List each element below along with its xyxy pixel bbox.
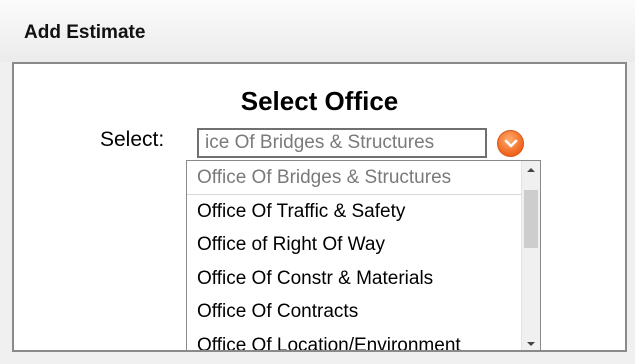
scroll-up-button[interactable] — [522, 161, 540, 179]
chevron-down-icon — [504, 139, 518, 148]
dropdown-toggle-button[interactable] — [497, 130, 524, 157]
option-right-of-way[interactable]: Office of Right Of Way — [187, 228, 537, 262]
option-traffic-safety[interactable]: Office Of Traffic & Safety — [187, 195, 537, 229]
add-estimate-dialog: Add Estimate Select Office Select: ice O… — [0, 0, 635, 364]
dialog-title: Add Estimate — [24, 22, 146, 43]
office-select-input[interactable]: ice Of Bridges & Structures — [197, 128, 487, 158]
select-office-panel: Select Office Select: ice Of Bridges & S… — [12, 62, 627, 352]
office-dropdown-list[interactable]: Office Of Bridges & Structures Office Of… — [186, 160, 541, 350]
dialog-header: Add Estimate — [0, 0, 635, 62]
scroll-thumb[interactable] — [524, 190, 538, 248]
option-constr-materials[interactable]: Office Of Constr & Materials — [187, 262, 537, 296]
option-location-environment[interactable]: Office Of Location/Environment — [187, 329, 537, 350]
scroll-down-button[interactable] — [522, 335, 540, 350]
panel-title: Select Office — [240, 86, 399, 116]
scroll-up-arrow-icon — [527, 168, 535, 172]
option-contracts[interactable]: Office Of Contracts — [187, 295, 537, 329]
dropdown-scrollbar[interactable] — [521, 161, 540, 350]
option-bridges-structures[interactable]: Office Of Bridges & Structures — [187, 161, 537, 195]
select-label: Select: — [100, 128, 165, 151]
scroll-down-arrow-icon — [527, 342, 535, 346]
